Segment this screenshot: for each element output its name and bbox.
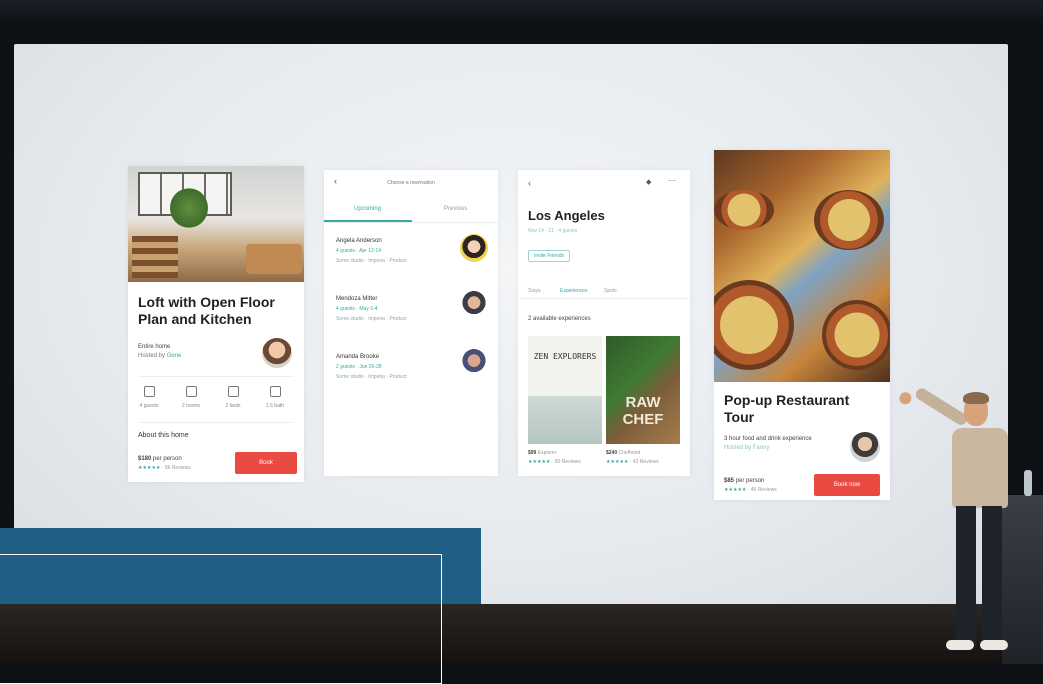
presenter	[897, 386, 1016, 660]
hosted-by-label: Hosted by	[138, 353, 166, 359]
tour-price: $85	[724, 478, 735, 484]
reservation-detail: 4 guests · Apr 12-14	[336, 248, 382, 254]
reservations-card: ‹ Choose a reservation Upcoming Previous…	[324, 170, 498, 476]
bowl-graphic	[714, 190, 774, 230]
poster-unit: Explorer	[537, 450, 557, 456]
guest-avatar	[460, 348, 488, 376]
listing-card: Loft with Open Floor Plan and Kitchen En…	[128, 166, 304, 482]
reservation-name[interactable]: Angela Anderson	[336, 238, 382, 244]
poster-price: $99	[528, 450, 537, 456]
price-unit: per person	[153, 456, 182, 462]
loft-photo	[128, 166, 304, 282]
review-count: · 42 Reviews	[629, 459, 659, 465]
reservations-header: Choose a reservation	[387, 180, 435, 186]
shelf-graphic	[132, 236, 178, 278]
tab-previous[interactable]: Previous	[444, 206, 467, 212]
rating-stars: ★★★★★	[528, 459, 551, 465]
bowl-graphic	[814, 190, 884, 250]
about-heading: About this home	[138, 432, 189, 439]
bed-icon	[227, 386, 239, 397]
review-count: · 80 Reviews	[551, 459, 581, 465]
guests-icon	[143, 386, 155, 397]
projection-screen: Loft with Open Floor Plan and Kitchen En…	[14, 44, 1008, 604]
poster-area: ZEN EXPLORERS RAW CHEF $99 Explorer ★★★★…	[518, 170, 690, 476]
poster-raw-chef[interactable]: RAW CHEF	[606, 336, 680, 444]
host-name-link[interactable]: Gene	[167, 353, 182, 359]
bath-icon	[269, 386, 281, 397]
tour-description: 3 hour food and drink experience	[724, 436, 812, 442]
bowl-graphic	[714, 280, 794, 370]
presenter-shoe	[946, 640, 974, 650]
tour-card: Pop-up Restaurant Tour 3 hour food and d…	[714, 150, 890, 500]
tab-upcoming[interactable]: Upcoming	[354, 206, 381, 212]
listing-type: Entire home	[138, 344, 171, 350]
book-now-button[interactable]: Book now	[814, 474, 880, 496]
host-avatar	[850, 432, 880, 462]
poster-price: $240	[606, 450, 618, 456]
listing-price: $180	[138, 456, 152, 462]
presenter-leg	[982, 506, 1002, 646]
listing-title: Loft with Open Floor Plan and Kitchen	[138, 294, 275, 327]
reservation-detail: 4 guests · May 2-4	[336, 306, 378, 312]
water-bottle	[1024, 470, 1032, 496]
guest-avatar	[460, 234, 488, 262]
rating-stars: ★★★★★	[606, 459, 629, 465]
overlay-outline-frame	[0, 554, 442, 684]
bowl-graphic	[822, 300, 890, 370]
reservation-sub: Some studio · Imperia · Product	[336, 316, 407, 322]
host-avatar	[262, 338, 292, 368]
divider	[324, 222, 498, 223]
tour-title: Pop-up Restaurant Tour	[724, 392, 850, 425]
divider	[138, 376, 294, 377]
tour-host: Hosted by Fanny	[724, 445, 770, 451]
plant-graphic	[170, 188, 208, 228]
guest-avatar	[460, 290, 488, 318]
presenter-shirt	[952, 428, 1008, 508]
divider	[138, 422, 294, 423]
reservation-sub: Some studio · Imperia · Product	[336, 258, 407, 264]
price-unit: per person	[735, 478, 765, 484]
review-count: · 86 Reviews	[161, 465, 191, 471]
presenter-leg	[956, 506, 976, 646]
reservation-name[interactable]: Amanda Brooke	[336, 354, 379, 360]
amenity-guests: 4 guests	[132, 386, 166, 409]
sofa-graphic	[246, 244, 302, 274]
poster-title: ZEN EXPLORERS	[533, 352, 597, 361]
reservation-detail: 2 guests · Jun 26-28	[336, 364, 382, 370]
door-icon	[185, 386, 197, 397]
amenity-beds: 2 beds	[216, 386, 250, 409]
ceiling	[0, 0, 1043, 22]
presenter-hair	[963, 392, 989, 404]
amenity-rooms: 2 rooms	[174, 386, 208, 409]
poster-zen-explorers[interactable]: ZEN EXPLORERS	[528, 336, 602, 444]
rating-stars: ★★★★★	[138, 465, 161, 471]
amenity-bath: 1.5 bath	[258, 386, 292, 409]
review-count: · 45 Reviews	[747, 487, 777, 493]
rating-stars: ★★★★★	[724, 487, 747, 493]
reservation-name[interactable]: Mendoza Mitter	[336, 296, 377, 302]
poster-unit: Chefhood	[618, 450, 641, 456]
food-photo	[714, 150, 890, 382]
book-button[interactable]: Book	[235, 452, 297, 474]
presenter-arm	[897, 386, 970, 428]
poster-title: RAW CHEF	[622, 394, 664, 428]
reservation-sub: Some studio · Imperia · Product	[336, 374, 407, 380]
presenter-shoe	[980, 640, 1008, 650]
